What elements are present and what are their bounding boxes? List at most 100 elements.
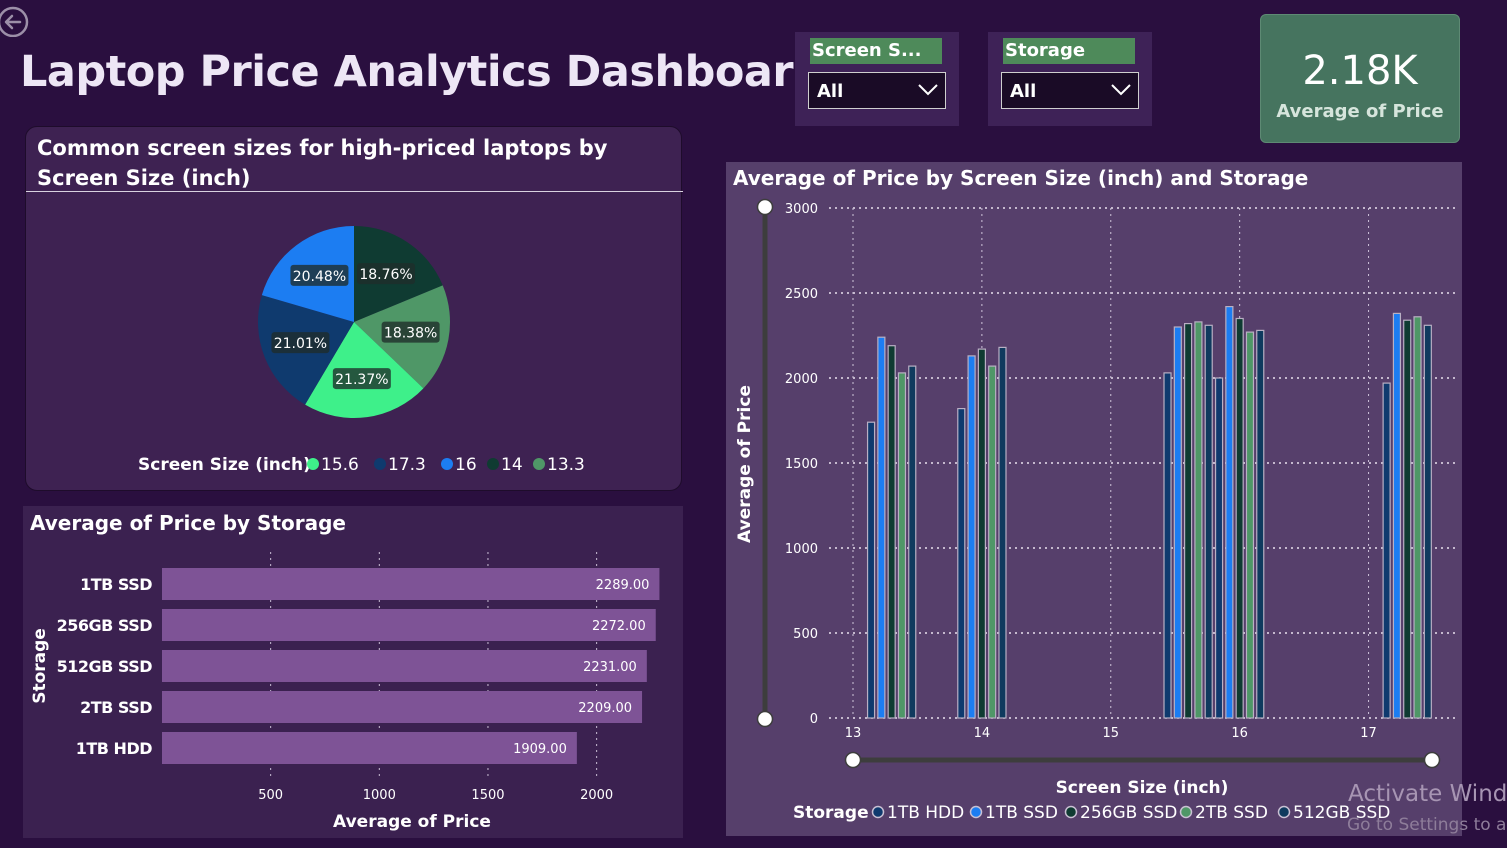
clustered-bar[interactable] [977,348,986,719]
clustered-bar[interactable] [1392,312,1402,719]
y-slider-handle-bottom[interactable] [756,710,774,728]
pie-chart: 18.76% 18.38% 21.37% 21.01% 20.48% Screen Siz… [138,226,585,475]
page-title: Laptop Price Analytics Dashboard [20,47,824,97]
clustered-bar[interactable] [967,355,976,719]
legend-marker-icon [969,805,983,819]
y-axis-title: Storage [30,628,50,704]
svg-text:21.01%: 21.01% [274,336,327,352]
clustered-bar[interactable] [1382,382,1391,719]
clustered-bar[interactable] [1173,326,1182,719]
clustered-bar[interactable] [1194,321,1203,719]
legend-marker-icon [307,458,319,470]
legend-marker-icon [533,458,545,470]
y-tick-label: 0 [810,712,818,727]
clustered-bar[interactable] [887,345,896,719]
clustered-bar[interactable] [908,365,917,719]
legend-marker-icon [1064,805,1078,819]
x-slider-handle-right[interactable] [1423,751,1441,769]
chevron-down-icon [1111,84,1131,96]
storage-slicer: Storage All [988,32,1152,126]
clustered-bar[interactable] [1413,316,1422,719]
pie-legend-item[interactable]: 13.3 [547,455,585,475]
svg-text:18.76%: 18.76% [359,267,412,283]
x-tick-label: 13 [845,726,862,741]
y-tick-label: 1500 [785,457,818,472]
storage-bar[interactable] [162,609,656,641]
storage-bar[interactable] [162,650,647,682]
storage-legend-item[interactable]: 2TB SSD [1195,803,1268,823]
activate-windows-hint: Go to Settings to ac [1347,815,1507,835]
back-arrow-icon[interactable] [0,3,30,37]
x-tick-label: 2000 [580,788,613,803]
clustered-bar[interactable] [1184,323,1193,719]
svg-text:21.37%: 21.37% [335,372,388,388]
clustered-bar[interactable] [1245,331,1255,719]
x-axis-title: Average of Price [333,812,491,832]
y-category-label: 512GB SSD [57,657,153,676]
pie-data-label: 18.38% [381,321,440,343]
y-axis-title: Average of Price [735,385,755,543]
legend-marker-icon [487,458,499,470]
x-tick-label: 1500 [471,788,504,803]
y-tick-label: 1000 [785,542,818,557]
slicer-header-screen-size: Screen S... [810,38,942,64]
pie-legend-title: Screen Size (inch) [138,455,311,475]
y-slider-handle-top[interactable] [756,198,774,216]
screen-size-dropdown[interactable]: All [808,72,946,109]
storage-bar[interactable] [162,691,643,723]
clustered-bar[interactable] [988,365,997,719]
bar-data-label: 1909.00 [513,742,567,757]
clustered-bar[interactable] [1225,306,1234,719]
clustered-bar[interactable] [1256,329,1265,719]
clustered-bar[interactable] [1403,319,1412,719]
clustered-bar[interactable] [1214,377,1224,719]
clustered-bar[interactable] [897,372,907,719]
storage-dropdown-value: All [1010,81,1037,102]
pie-legend-item[interactable]: 16 [455,455,477,475]
pie-chart-panel: Common screen sizes for high-priced lapt… [25,126,683,491]
clustered-bar[interactable] [1235,317,1244,719]
clustered-bar[interactable] [957,408,966,719]
chevron-down-icon [918,84,938,96]
clustered-bar[interactable] [1423,324,1432,719]
clustered-bar[interactable] [866,421,876,719]
y-category-label: 1TB SSD [80,575,152,594]
clustered-bar[interactable] [1163,372,1172,719]
storage-legend-item[interactable]: 256GB SSD [1080,803,1177,823]
bar-data-label: 2289.00 [596,578,650,593]
x-tick-label: 500 [258,788,283,803]
clustered-bar[interactable] [1204,324,1213,719]
storage-bar-chart-panel: Average of Price by Storage 500 1000 1500 20… [23,506,683,838]
pie-legend-item[interactable]: 15.6 [321,455,359,475]
bar-data-label: 2209.00 [578,701,632,716]
y-category-label: 256GB SSD [57,616,153,635]
storage-bar[interactable] [162,568,660,600]
x-tick-label: 16 [1231,726,1248,741]
x-tick-label: 14 [974,726,991,741]
storage-legend-item[interactable]: 1TB SSD [985,803,1058,823]
storage-legend-title: Storage [793,803,869,823]
pie-data-label: 18.76% [357,263,416,285]
clustered-bar-chart-panel: Average of Price by Screen Size (inch) a… [726,162,1462,836]
legend-marker-icon [1277,805,1291,819]
clustered-bar[interactable] [998,346,1007,719]
storage-legend-item[interactable]: 1TB HDD [887,803,964,823]
kpi-label: Average of Price [1276,101,1444,122]
x-tick-label: 1000 [363,788,396,803]
kpi-value: 2.18K [1302,48,1418,94]
pie-data-label: 21.01% [271,332,330,354]
pie-data-label: 20.48% [290,264,349,286]
x-slider-handle-left[interactable] [844,751,862,769]
clustered-bar[interactable] [877,336,886,719]
storage-dropdown[interactable]: All [1001,72,1139,109]
storage-chart-title: Average of Price by Storage [30,511,346,535]
y-tick-label: 3000 [785,202,818,217]
pie-legend-item[interactable]: 14 [501,455,523,475]
pie-legend-item[interactable]: 17.3 [388,455,426,475]
kpi-card-average-price: 2.18K Average of Price [1260,14,1460,143]
bar-data-label: 2231.00 [583,660,637,675]
y-tick-label: 2000 [785,372,818,387]
pie-data-label: 21.37% [332,368,391,390]
y-category-label: 1TB HDD [76,739,152,758]
legend-marker-icon [871,805,885,819]
